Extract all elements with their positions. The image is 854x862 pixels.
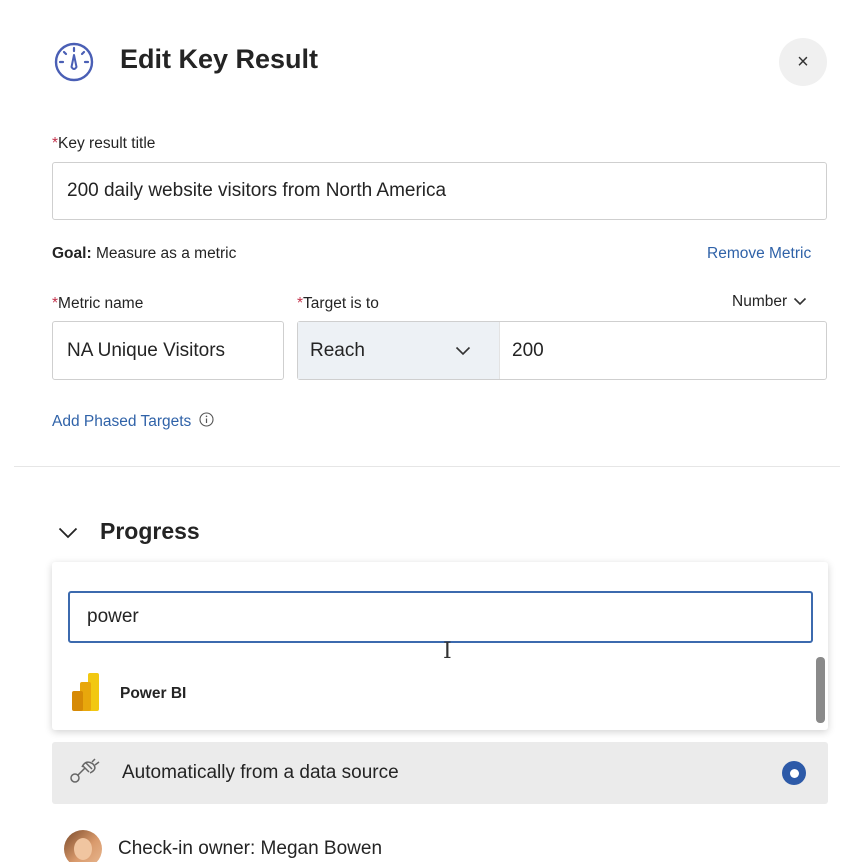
target-value-input[interactable]: 200 <box>500 322 826 379</box>
check-in-owner: Check-in owner: Megan Bowen <box>64 830 382 862</box>
goal-line: Goal: Measure as a metric <box>52 245 237 262</box>
data-source-option[interactable]: Automatically from a data source <box>52 742 828 804</box>
target-type-label: Number <box>732 293 788 310</box>
avatar <box>64 830 102 862</box>
target-combo: Reach 200 <box>297 321 827 380</box>
target-operator-value: Reach <box>310 339 365 361</box>
target-label: *Target is to <box>297 295 379 312</box>
link-icon <box>68 756 102 791</box>
target-operator-select[interactable]: Reach <box>298 322 500 379</box>
metric-name-input[interactable]: NA Unique Visitors <box>52 321 284 380</box>
text-cursor-icon: I <box>443 639 452 664</box>
section-divider <box>14 466 840 467</box>
check-in-owner-label: Check-in owner: Megan Bowen <box>118 838 383 859</box>
scrollbar[interactable] <box>816 657 825 723</box>
data-source-search-input[interactable]: power <box>68 591 813 643</box>
target-type-dropdown[interactable]: Number <box>732 293 807 311</box>
metric-name-label: *Metric name <box>52 295 144 312</box>
close-button[interactable]: × <box>779 38 827 86</box>
power-bi-icon <box>70 672 102 716</box>
gauge-icon <box>52 40 96 84</box>
progress-title: Progress <box>100 518 200 544</box>
data-source-dropdown: power I Power BI <box>52 562 828 730</box>
dialog-title: Edit Key Result <box>120 44 319 74</box>
close-icon: × <box>797 50 809 73</box>
chevron-down-icon <box>58 518 78 545</box>
key-result-title-input[interactable]: 200 daily website visitors from North Am… <box>52 162 827 220</box>
metric-name-value: NA Unique Visitors <box>67 339 226 361</box>
result-label: Power BI <box>120 685 187 702</box>
radio-selected-dot <box>789 768 799 778</box>
chevron-down-icon <box>793 293 807 311</box>
key-result-title-label: *Key result title <box>52 135 156 152</box>
data-source-option-label: Automatically from a data source <box>122 762 399 783</box>
info-icon <box>199 412 214 432</box>
remove-metric-link[interactable]: Remove Metric <box>707 245 811 263</box>
search-value: power <box>87 606 139 627</box>
add-phased-targets-link[interactable]: Add Phased Targets <box>52 412 214 432</box>
data-source-radio[interactable] <box>782 761 806 785</box>
key-result-title-value: 200 daily website visitors from North Am… <box>67 180 447 201</box>
target-value: 200 <box>512 339 544 361</box>
result-item-power-bi[interactable]: Power BI <box>70 670 790 718</box>
chevron-down-icon <box>455 340 471 362</box>
progress-section-toggle[interactable]: Progress <box>58 518 200 545</box>
